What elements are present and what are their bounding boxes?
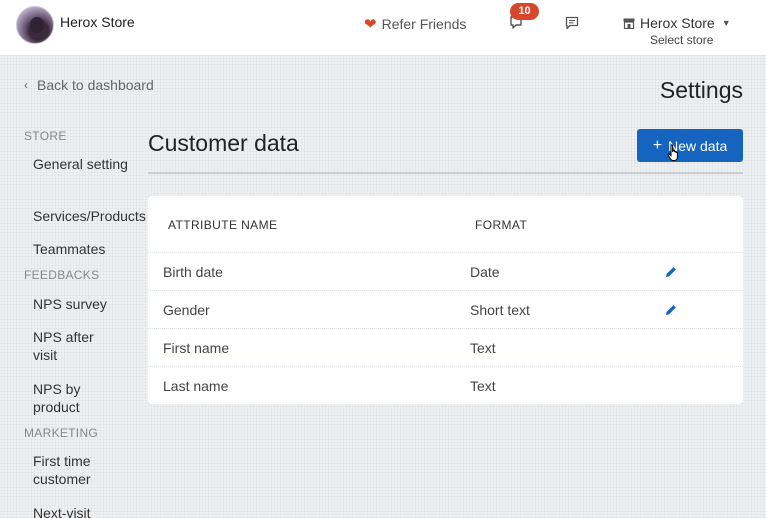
attribute-name-cell: Last name bbox=[163, 378, 229, 394]
attribute-name-cell: First name bbox=[163, 340, 230, 356]
sidebar-item-nps-by-product[interactable]: NPS by product bbox=[33, 380, 113, 416]
back-to-dashboard-link[interactable]: ‹ Back to dashboard bbox=[24, 77, 154, 93]
sidebar-section-marketing: MARKETING bbox=[24, 426, 99, 440]
table-row: Last name Text bbox=[148, 366, 743, 404]
back-label: Back to dashboard bbox=[37, 77, 154, 93]
store-selector-label: Herox Store bbox=[640, 15, 715, 31]
format-cell: Text bbox=[470, 378, 496, 394]
refer-friends-label: Refer Friends bbox=[381, 16, 467, 32]
select-store-label[interactable]: Select store bbox=[650, 33, 713, 47]
chevron-left-icon: ‹ bbox=[24, 78, 28, 92]
sidebar-item-first-time-customer[interactable]: First time customer bbox=[33, 452, 113, 488]
sidebar-item-next-visit[interactable]: Next-visit bbox=[33, 504, 148, 518]
top-bar: Herox Store ❤ Refer Friends 10 Herox Sto… bbox=[0, 0, 766, 56]
sidebar-item-services-products[interactable]: Services/Products bbox=[33, 207, 148, 225]
sidebar-section-store: STORE bbox=[24, 129, 67, 143]
format-cell: Date bbox=[470, 264, 500, 280]
edit-icon[interactable] bbox=[665, 304, 677, 316]
attribute-name-cell: Birth date bbox=[163, 264, 223, 280]
plus-icon: + bbox=[652, 136, 663, 154]
table-row: Birth date Date bbox=[148, 252, 743, 290]
column-header-format: FORMAT bbox=[475, 218, 528, 232]
section-title: Customer data bbox=[148, 130, 299, 156]
new-data-button[interactable]: + New data bbox=[637, 129, 743, 162]
store-avatar[interactable] bbox=[16, 6, 54, 44]
customer-data-table: ATTRIBUTE NAME FORMAT Birth date Date Ge… bbox=[148, 196, 743, 404]
sidebar-item-general-setting[interactable]: General setting bbox=[33, 155, 148, 173]
heart-icon: ❤ bbox=[364, 15, 377, 33]
refer-friends-link[interactable]: ❤ Refer Friends bbox=[364, 16, 466, 32]
chat-icon bbox=[565, 16, 579, 30]
attribute-name-cell: Gender bbox=[163, 302, 210, 318]
store-name: Herox Store bbox=[60, 14, 135, 30]
sidebar-item-teammates[interactable]: Teammates bbox=[33, 240, 148, 258]
notification-badge: 10 bbox=[510, 3, 539, 20]
format-cell: Text bbox=[470, 340, 496, 356]
chevron-down-icon: ▼ bbox=[721, 18, 731, 28]
sidebar-item-nps-after-visit[interactable]: NPS after visit bbox=[33, 328, 113, 364]
table-row: First name Text bbox=[148, 328, 743, 366]
format-cell: Short text bbox=[470, 302, 530, 318]
chat-button[interactable] bbox=[565, 16, 579, 30]
edit-icon[interactable] bbox=[665, 266, 677, 278]
sidebar-section-feedbacks: FEEDBACKS bbox=[24, 268, 100, 282]
sidebar-item-nps-survey[interactable]: NPS survey bbox=[33, 295, 148, 313]
table-row: Gender Short text bbox=[148, 290, 743, 328]
title-divider bbox=[148, 172, 743, 174]
store-icon bbox=[623, 18, 635, 29]
store-selector[interactable]: Herox Store ▼ bbox=[623, 15, 731, 31]
hand-cursor-icon bbox=[667, 144, 678, 161]
column-header-attribute-name: ATTRIBUTE NAME bbox=[168, 218, 278, 232]
page-title: Settings bbox=[659, 77, 743, 103]
